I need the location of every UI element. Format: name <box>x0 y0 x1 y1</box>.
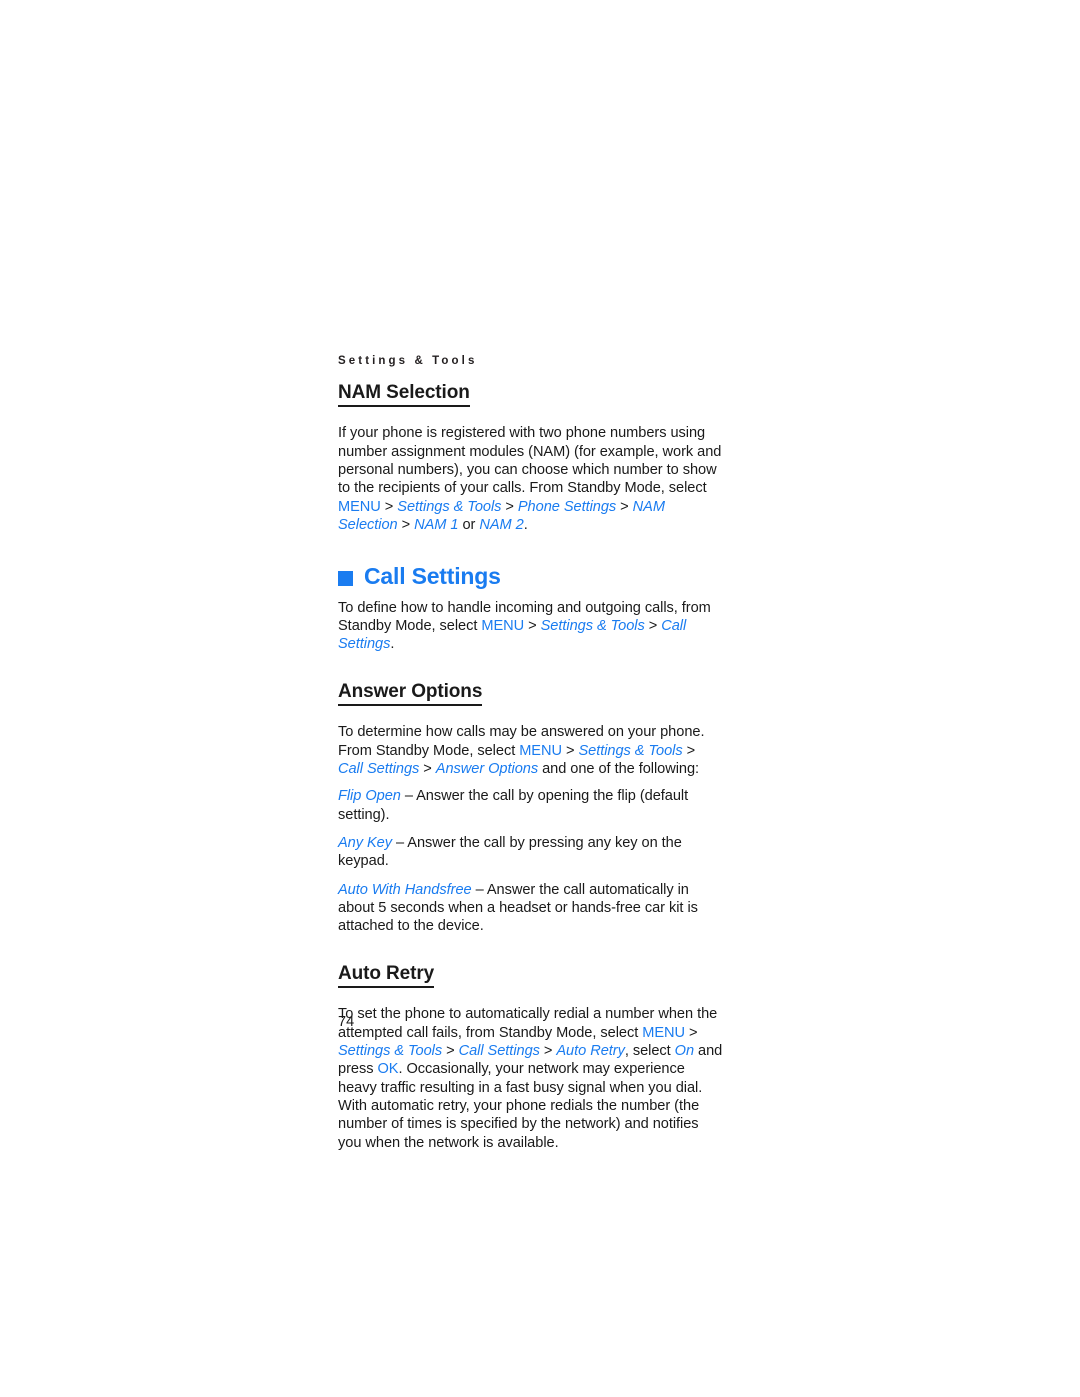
manual-page-content: Settings & Tools NAM Selection If your p… <box>338 355 724 1152</box>
answer-option-auto-with-handsfree: Auto With Handsfree – Answer the call au… <box>338 881 724 936</box>
answer-options-path: Answer Options <box>435 761 539 778</box>
settings-tools-path: Settings & Tools <box>397 498 502 515</box>
answer-options-tail-text: and one of the following: <box>538 761 700 778</box>
path-separator: > <box>380 498 398 515</box>
path-separator: > <box>644 617 662 634</box>
path-separator: > <box>442 1043 459 1060</box>
call-settings-paragraph: To define how to handle incoming and out… <box>338 599 724 654</box>
answer-option-any-key: Any Key – Answer the call by pressing an… <box>338 834 724 871</box>
menu-keyword: MENU <box>338 498 381 515</box>
settings-tools-path: Settings & Tools <box>338 1043 443 1060</box>
nam-selection-paragraph: If your phone is registered with two pho… <box>338 424 724 534</box>
nam-1-path: NAM 1 <box>414 517 459 534</box>
nam-selection-lead-text: If your phone is registered with two pho… <box>338 425 722 497</box>
path-separator: > <box>616 498 633 515</box>
phone-settings-path: Phone Settings <box>517 498 617 515</box>
answer-options-paragraph: To determine how calls may be answered o… <box>338 723 724 778</box>
path-separator: > <box>524 617 541 634</box>
answer-option-term: Auto With Handsfree <box>338 881 472 898</box>
call-settings-title: Call Settings <box>364 563 501 590</box>
nam-selection-heading-wrap: NAM Selection <box>338 382 724 417</box>
answer-option-flip-open: Flip Open – Answer the call by opening t… <box>338 787 724 824</box>
path-separator: > <box>561 742 579 759</box>
auto-retry-heading: Auto Retry <box>338 963 434 989</box>
nam-selection-heading: NAM Selection <box>338 382 470 408</box>
settings-tools-path: Settings & Tools <box>540 617 645 634</box>
answer-option-term: Flip Open <box>338 788 401 805</box>
answer-option-dash: – <box>471 881 487 898</box>
page-number: 74 <box>338 1014 355 1030</box>
ok-keyword: OK <box>377 1061 399 1078</box>
menu-keyword: MENU <box>519 742 562 759</box>
nam-2-path: NAM 2 <box>479 517 524 534</box>
answer-option-dash: – <box>392 835 408 851</box>
call-settings-path: Call Settings <box>458 1043 540 1060</box>
path-separator: > <box>685 1024 698 1041</box>
select-connector: , select <box>624 1043 675 1060</box>
menu-keyword: MENU <box>481 617 525 634</box>
sentence-period: . <box>390 636 395 653</box>
running-header: Settings & Tools <box>338 355 478 367</box>
menu-keyword: MENU <box>642 1024 685 1041</box>
auto-retry-heading-wrap: Auto Retry <box>338 963 724 998</box>
answer-option-dash: – <box>400 788 417 805</box>
answer-option-term: Any Key <box>338 835 392 851</box>
call-settings-chapter-heading: Call Settings <box>338 564 724 589</box>
on-value: On <box>674 1043 695 1060</box>
answer-options-heading-wrap: Answer Options <box>338 681 724 716</box>
auto-retry-paragraph: To set the phone to automatically redial… <box>338 1005 724 1152</box>
call-settings-path: Call Settings <box>338 761 420 778</box>
path-separator: > <box>501 498 518 515</box>
square-bullet-icon <box>338 570 353 586</box>
path-separator: > <box>419 761 436 778</box>
sentence-period: . <box>523 517 528 534</box>
path-separator: > <box>682 742 696 759</box>
auto-retry-path: Auto Retry <box>556 1043 625 1060</box>
or-conjunction: or <box>458 517 480 534</box>
settings-tools-path: Settings & Tools <box>578 742 683 759</box>
path-separator: > <box>539 1043 557 1060</box>
path-separator: > <box>397 517 415 534</box>
answer-options-heading: Answer Options <box>338 681 482 707</box>
